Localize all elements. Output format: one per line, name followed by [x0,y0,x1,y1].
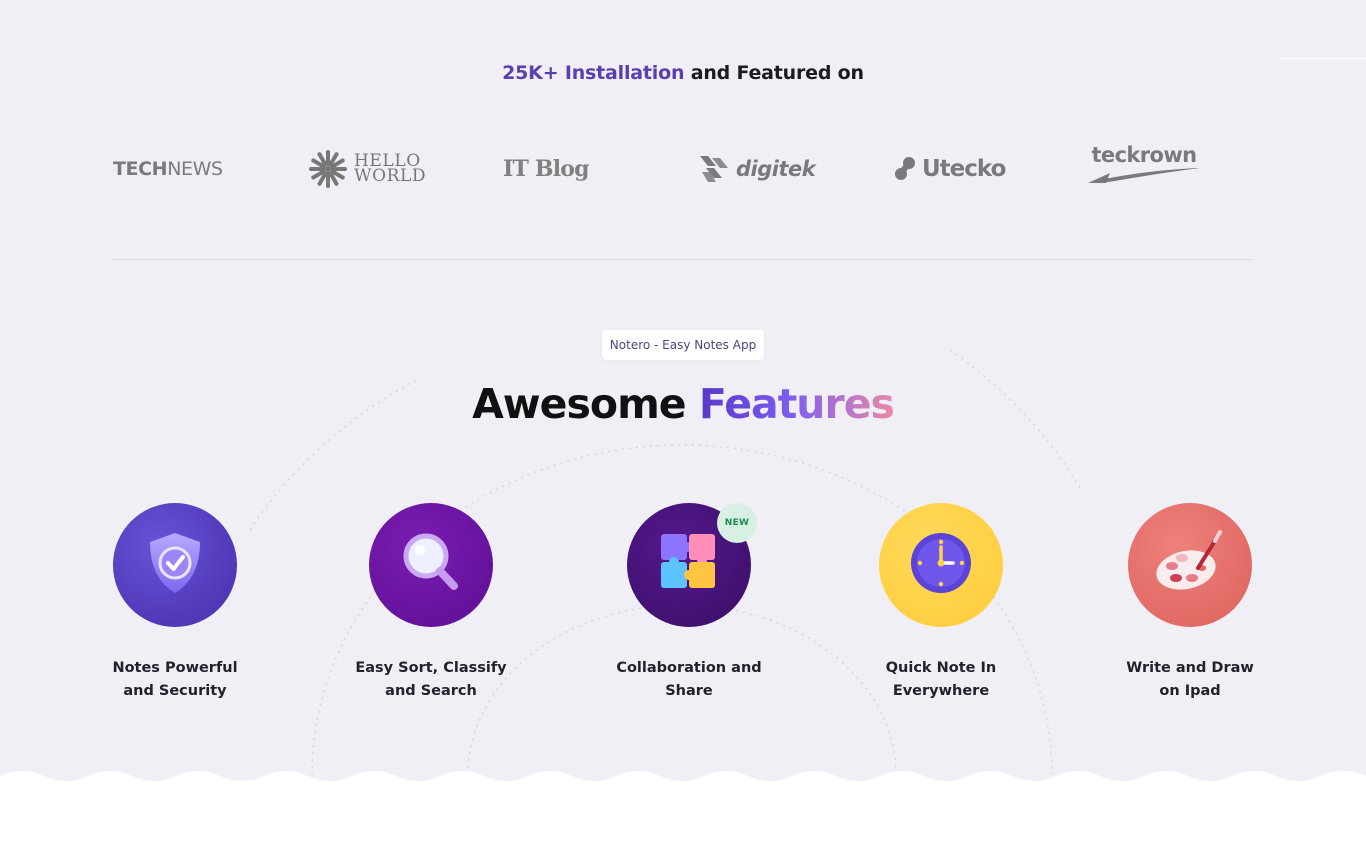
title-plain: Awesome [472,380,699,428]
asterisk-flower-icon [308,149,348,189]
feature-notes-security[interactable]: Notes Powerful and Security [70,503,280,703]
wavy-divider [0,771,1366,842]
digitek-wordmark: digitek [736,157,816,181]
magnifier-icon [396,528,466,603]
feature-collaboration[interactable]: NEW Collaboration and Share [584,503,794,703]
technews-bold: TECH [113,158,168,180]
logo-digitek[interactable]: digitek [698,145,816,193]
paint-palette-icon [1152,528,1228,603]
features-title: Awesome Features [0,380,1366,428]
top-right-line [1278,58,1366,59]
logo-it-blog[interactable]: IT Blog [503,145,590,193]
feature-write-draw[interactable]: Write and Draw on Ipad [1085,503,1295,703]
feature-icon-circle [369,503,493,627]
feature-icon-circle [113,503,237,627]
logo-technews[interactable]: TECH NEWS [113,145,223,193]
section-divider [113,259,1253,260]
featured-on-text: and Featured on [684,62,864,84]
feature-icon-circle [1128,503,1252,627]
logo-teckrown[interactable]: teckrown [1088,143,1200,191]
featured-headline: 25K+ Installation and Featured on [0,62,1366,84]
teckrown-wordmark: teckrown [1091,143,1197,167]
app-name-badge: Notero - Easy Notes App [602,330,764,360]
logo-utecko[interactable]: Utecko [893,145,1006,193]
feature-label: Easy Sort, Classify and Search [355,660,507,699]
world-word: WORLD [354,166,427,186]
clock-icon [908,530,974,601]
feature-label: Notes Powerful and Security [112,660,238,699]
shield-check-icon [144,530,206,601]
title-accent: Features [698,380,895,428]
technews-light: NEWS [167,158,223,180]
utecko-wordmark: Utecko [922,156,1006,182]
puzzle-icon [655,530,723,601]
feature-label: Collaboration and Share [616,660,762,699]
installation-count: 25K+ Installation [502,62,685,84]
logo-hello-world[interactable]: HELLO WORLD [308,145,426,193]
feature-label: Write and Draw on Ipad [1126,660,1254,699]
feature-quick-note[interactable]: Quick Note In Everywhere [836,503,1046,703]
new-badge: NEW [717,503,757,543]
it-blog-wordmark: IT Blog [503,156,590,182]
digitek-mark-icon [698,154,730,184]
feature-icon-circle [879,503,1003,627]
feature-label: Quick Note In Everywhere [885,660,997,699]
hello-world-wordmark: HELLO WORLD [354,153,427,186]
feature-sort-search[interactable]: Easy Sort, Classify and Search [326,503,536,703]
swoosh-icon [1088,167,1200,185]
feature-icon-circle: NEW [627,503,757,627]
utecko-mark-icon [893,155,919,183]
